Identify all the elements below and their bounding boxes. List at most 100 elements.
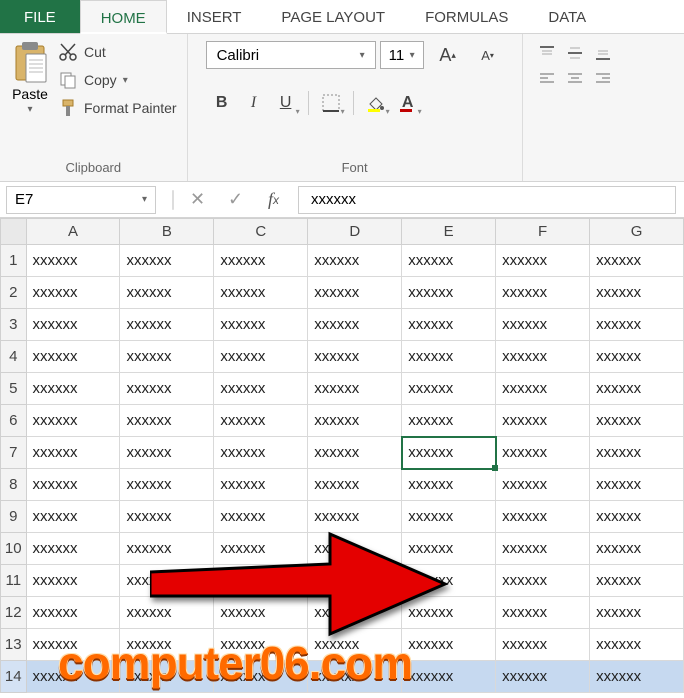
cut-button[interactable]: Cut — [58, 42, 177, 62]
cell[interactable]: xxxxxx — [308, 309, 402, 341]
cell[interactable]: xxxxxx — [214, 277, 308, 309]
cell[interactable]: xxxxxx — [590, 341, 684, 373]
cell[interactable]: xxxxxx — [308, 565, 402, 597]
cell[interactable]: xxxxxx — [590, 597, 684, 629]
cell[interactable]: xxxxxx — [26, 437, 120, 469]
cell[interactable]: xxxxxx — [26, 341, 120, 373]
cell[interactable]: xxxxxx — [308, 373, 402, 405]
underline-button[interactable]: U▾ — [270, 88, 302, 118]
cell[interactable]: xxxxxx — [214, 309, 308, 341]
cell[interactable]: xxxxxx — [496, 405, 590, 437]
cell[interactable]: xxxxxx — [402, 405, 496, 437]
cell[interactable]: xxxxxx — [402, 341, 496, 373]
cell[interactable]: xxxxxx — [590, 245, 684, 277]
cancel-formula-button[interactable]: ✕ — [180, 186, 216, 214]
cell[interactable]: xxxxxx — [308, 437, 402, 469]
row-header[interactable]: 11 — [1, 565, 27, 597]
cell[interactable]: xxxxxx — [590, 501, 684, 533]
cell[interactable]: xxxxxx — [590, 405, 684, 437]
cell[interactable]: xxxxxx — [402, 437, 496, 469]
cell[interactable]: xxxxxx — [26, 277, 120, 309]
row-header[interactable]: 5 — [1, 373, 27, 405]
cell[interactable]: xxxxxx — [496, 373, 590, 405]
row-header[interactable]: 13 — [1, 629, 27, 661]
cell[interactable]: xxxxxx — [120, 469, 214, 501]
cell[interactable]: xxxxxx — [214, 437, 308, 469]
tab-formulas[interactable]: FORMULAS — [405, 0, 528, 33]
spreadsheet-grid[interactable]: ABCDEFG 1xxxxxxxxxxxxxxxxxxxxxxxxxxxxxxx… — [0, 218, 684, 693]
cell[interactable]: xxxxxx — [120, 245, 214, 277]
cell[interactable]: xxxxxx — [496, 309, 590, 341]
cell[interactable]: xxxxxx — [308, 277, 402, 309]
align-left-button[interactable] — [533, 66, 561, 92]
name-box[interactable]: E7 ▾ — [6, 186, 156, 214]
cell[interactable]: xxxxxx — [120, 501, 214, 533]
cell[interactable]: xxxxxx — [590, 533, 684, 565]
align-middle-button[interactable] — [561, 40, 589, 66]
row-header[interactable]: 3 — [1, 309, 27, 341]
cell[interactable]: xxxxxx — [496, 565, 590, 597]
cell[interactable]: xxxxxx — [214, 469, 308, 501]
cell[interactable]: xxxxxx — [308, 405, 402, 437]
cell[interactable]: xxxxxx — [26, 661, 120, 693]
cell[interactable]: xxxxxx — [26, 597, 120, 629]
cell[interactable]: xxxxxx — [590, 437, 684, 469]
paste-button[interactable]: Paste ▾ — [10, 40, 50, 115]
tab-data[interactable]: DATA — [528, 0, 606, 33]
insert-function-button[interactable]: fx — [256, 186, 292, 214]
row-header[interactable]: 1 — [1, 245, 27, 277]
enter-formula-button[interactable]: ✓ — [218, 186, 254, 214]
cell[interactable]: xxxxxx — [590, 629, 684, 661]
formula-input[interactable]: xxxxxx — [298, 186, 676, 214]
cell[interactable]: xxxxxx — [402, 245, 496, 277]
cell[interactable]: xxxxxx — [590, 469, 684, 501]
column-header[interactable]: A — [26, 219, 120, 245]
font-size-select[interactable]: 11 ▾ — [380, 41, 424, 69]
row-header[interactable]: 4 — [1, 341, 27, 373]
font-name-select[interactable]: Calibri ▾ — [206, 41, 376, 69]
cell[interactable]: xxxxxx — [120, 373, 214, 405]
cell[interactable]: xxxxxx — [214, 405, 308, 437]
cell[interactable]: xxxxxx — [26, 245, 120, 277]
cell[interactable]: xxxxxx — [214, 565, 308, 597]
cell[interactable]: xxxxxx — [402, 629, 496, 661]
copy-button[interactable]: Copy ▾ — [58, 70, 177, 90]
cell[interactable]: xxxxxx — [496, 533, 590, 565]
cell[interactable]: xxxxxx — [402, 533, 496, 565]
align-top-button[interactable] — [533, 40, 561, 66]
cell[interactable]: xxxxxx — [26, 373, 120, 405]
column-header[interactable]: E — [402, 219, 496, 245]
tab-file[interactable]: FILE — [0, 0, 80, 33]
cell[interactable]: xxxxxx — [402, 277, 496, 309]
select-all-corner[interactable] — [1, 219, 27, 245]
cell[interactable]: xxxxxx — [590, 309, 684, 341]
row-header[interactable]: 8 — [1, 469, 27, 501]
cell[interactable]: xxxxxx — [120, 437, 214, 469]
cell[interactable]: xxxxxx — [496, 341, 590, 373]
cell[interactable]: xxxxxx — [26, 629, 120, 661]
cell[interactable]: xxxxxx — [308, 533, 402, 565]
tab-page-layout[interactable]: PAGE LAYOUT — [261, 0, 405, 33]
cell[interactable]: xxxxxx — [120, 277, 214, 309]
align-center-button[interactable] — [561, 66, 589, 92]
cell[interactable]: xxxxxx — [26, 565, 120, 597]
column-header[interactable]: B — [120, 219, 214, 245]
cell[interactable]: xxxxxx — [308, 341, 402, 373]
font-color-button[interactable]: A ▾ — [392, 88, 424, 118]
cell[interactable]: xxxxxx — [590, 565, 684, 597]
cell[interactable]: xxxxxx — [26, 309, 120, 341]
cell[interactable]: xxxxxx — [402, 661, 496, 693]
cell[interactable]: xxxxxx — [496, 629, 590, 661]
cell[interactable]: xxxxxx — [120, 309, 214, 341]
cell[interactable]: xxxxxx — [402, 597, 496, 629]
column-header[interactable]: D — [308, 219, 402, 245]
cell[interactable]: xxxxxx — [214, 597, 308, 629]
border-button[interactable]: ▾ — [315, 88, 347, 118]
cell[interactable]: xxxxxx — [214, 373, 308, 405]
cell[interactable]: xxxxxx — [402, 565, 496, 597]
format-painter-button[interactable]: Format Painter — [58, 98, 177, 118]
cell[interactable]: xxxxxx — [590, 661, 684, 693]
cell[interactable]: xxxxxx — [590, 277, 684, 309]
column-header[interactable]: F — [496, 219, 590, 245]
fill-color-button[interactable]: ▾ — [360, 88, 392, 118]
